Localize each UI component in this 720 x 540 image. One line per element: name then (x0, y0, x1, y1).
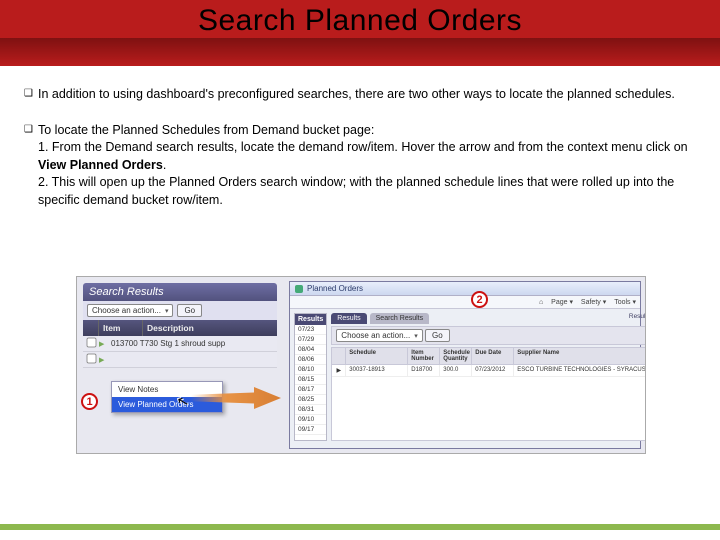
grid-row[interactable]: ▶ 30037-18913 D18700 300.0 07/23/2012 ES… (332, 365, 646, 377)
footer-accent-bar (0, 524, 720, 530)
col-due-date: Due Date (472, 348, 514, 364)
callout-1: 1 (81, 393, 98, 410)
slide-title: Search Planned Orders (0, 4, 720, 38)
search-results-title: Search Results (83, 283, 277, 301)
callout-2: 2 (471, 291, 488, 308)
grid-action-select[interactable]: Choose an action... (336, 329, 422, 342)
bullet-icon: ❑ (24, 122, 38, 210)
action-select[interactable]: Choose an action... (87, 304, 173, 317)
col-schedule: Schedule (346, 348, 408, 364)
col-item-number: Item Number (408, 348, 440, 364)
results-folder-link[interactable]: Results Folder (629, 313, 646, 324)
row-item-text: 013700 T730 Stg 1 shroud supp (109, 337, 277, 350)
results-grid: Schedule Item Number Schedule Quantity D… (331, 347, 646, 441)
table-row[interactable]: ▶ (83, 352, 277, 368)
date-list-header: Results (295, 314, 326, 325)
col-supplier: Supplier Name (514, 348, 646, 364)
col-item: Item (99, 320, 143, 336)
tab-results[interactable]: Results (331, 313, 366, 324)
tab-search-results[interactable]: Search Results (370, 313, 429, 324)
toolbar-safety[interactable]: Safety ▾ (581, 299, 606, 306)
toolbar-tools[interactable]: Tools ▾ (614, 299, 636, 306)
row-checkbox[interactable] (86, 338, 96, 348)
row-expand-icon[interactable]: ▶ (99, 356, 109, 364)
bullet-1-text: In addition to using dashboard's preconf… (38, 86, 696, 104)
favicon-icon (295, 285, 303, 293)
window-titlebar: Planned Orders (290, 282, 640, 296)
bullet-2-text: To locate the Planned Schedules from Dem… (38, 122, 696, 210)
row-checkbox[interactable] (86, 354, 96, 364)
toolbar-home-icon[interactable]: ⌂ (539, 299, 543, 306)
row-expand-icon[interactable]: ▶ (332, 365, 346, 376)
toolbar-page[interactable]: Page ▾ (551, 299, 573, 306)
planned-orders-window: Planned Orders ⌂ Page ▾ Safety ▾ Tools ▾… (289, 281, 641, 449)
window-toolbar: ⌂ Page ▾ Safety ▾ Tools ▾ (290, 296, 640, 309)
slide-body: ❑ In addition to using dashboard's preco… (24, 86, 696, 227)
row-expand-icon[interactable]: ▶ (99, 340, 109, 348)
grid-go-button[interactable]: Go (425, 329, 450, 342)
date-list: Results 07/23 07/29 08/04 08/06 08/10 08… (294, 313, 327, 441)
table-row[interactable]: ▶ 013700 T730 Stg 1 shroud supp (83, 336, 277, 352)
go-button[interactable]: Go (177, 304, 202, 317)
bullet-icon: ❑ (24, 86, 38, 104)
screenshot-figure: Search Results Choose an action... Go It… (76, 276, 646, 454)
search-results-panel: Search Results Choose an action... Go It… (83, 283, 277, 368)
col-qty: Schedule Quantity (440, 348, 472, 364)
col-description: Description (143, 320, 277, 336)
